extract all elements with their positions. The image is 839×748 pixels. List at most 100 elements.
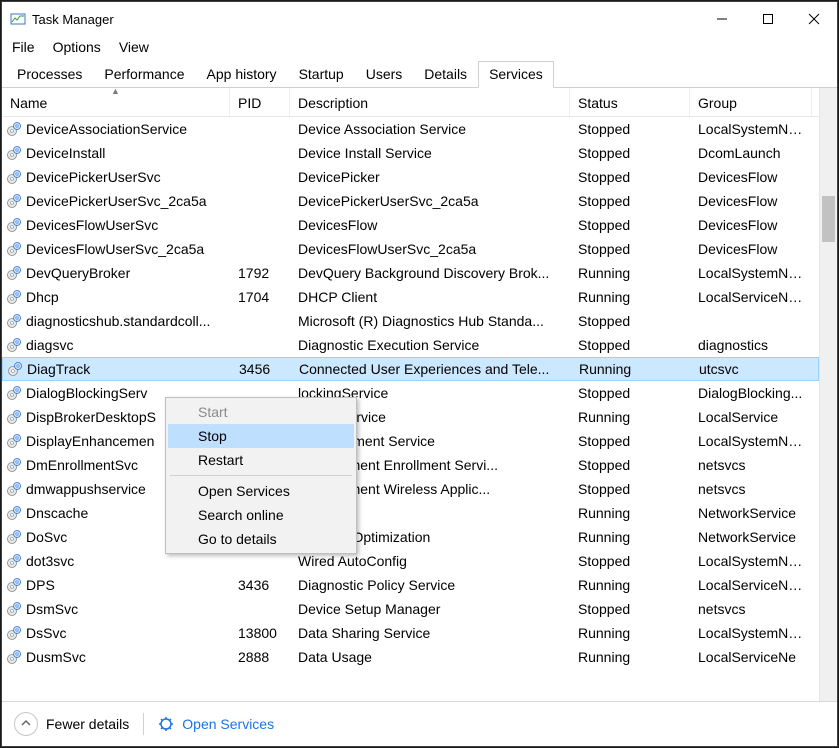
service-group: netsvcs [690, 481, 812, 497]
service-name: diagsvc [26, 337, 73, 353]
service-gear-icon [6, 625, 22, 641]
menu-item-restart[interactable]: Restart [168, 448, 354, 472]
menu-options[interactable]: Options [53, 39, 101, 55]
service-status: Stopped [570, 169, 690, 185]
tab-details[interactable]: Details [413, 61, 478, 88]
table-row[interactable]: Dhcp1704DHCP ClientRunningLocalServiceNe… [2, 285, 819, 309]
app-icon [10, 11, 26, 27]
col-description[interactable]: Description [290, 88, 570, 116]
table-row[interactable]: DevicesFlowUserSvcDevicesFlowStoppedDevi… [2, 213, 819, 237]
service-name: DoSvc [26, 529, 67, 545]
service-pid: 3456 [231, 361, 291, 377]
table-row[interactable]: DPS3436Diagnostic Policy ServiceRunningL… [2, 573, 819, 597]
tab-performance[interactable]: Performance [93, 61, 195, 88]
tab-app-history[interactable]: App history [196, 61, 288, 88]
service-group: DcomLaunch [690, 145, 812, 161]
tab-startup[interactable]: Startup [288, 61, 355, 88]
service-gear-icon [7, 361, 23, 377]
table-row[interactable]: DiagTrack3456Connected User Experiences … [2, 357, 819, 381]
service-name: DusmSvc [26, 649, 86, 665]
service-pid: 3436 [230, 577, 290, 593]
table-row[interactable]: DevQueryBroker1792DevQuery Background Di… [2, 261, 819, 285]
table-row[interactable]: DsSvc13800Data Sharing ServiceRunningLoc… [2, 621, 819, 645]
table-row[interactable]: DoSvc2980Delivery OptimizationRunningNet… [2, 525, 819, 549]
table-row[interactable]: dmwappushserviceManagement Wireless Appl… [2, 477, 819, 501]
service-name: dmwappushservice [26, 481, 146, 497]
scrollbar-thumb[interactable] [822, 196, 835, 242]
vertical-scrollbar[interactable] [819, 88, 837, 701]
service-status: Stopped [570, 553, 690, 569]
menu-file[interactable]: File [12, 39, 35, 55]
service-description: DevQuery Background Discovery Brok... [290, 265, 570, 281]
service-group: DialogBlocking... [690, 385, 812, 401]
table-row[interactable]: DialogBlockingServlockingServiceStoppedD… [2, 381, 819, 405]
service-group: netsvcs [690, 457, 812, 473]
service-gear-icon [6, 193, 22, 209]
col-pid[interactable]: PID [230, 88, 290, 116]
service-name: DeviceAssociationService [26, 121, 187, 137]
table-row[interactable]: diagsvc Diagnostic Execution ServiceStopp… [2, 333, 819, 357]
tab-bar: ProcessesPerformanceApp historyStartupUs… [2, 58, 837, 88]
menu-item-open-services[interactable]: Open Services [168, 479, 354, 503]
service-name: DevicePickerUserSvc [26, 169, 161, 185]
table-row[interactable]: DevicesFlowUserSvc_2ca5aDevicesFlowUserS… [2, 237, 819, 261]
service-gear-icon [6, 505, 22, 521]
service-name: DeviceInstall [26, 145, 105, 161]
service-gear-icon [6, 385, 22, 401]
minimize-button[interactable] [699, 5, 745, 33]
col-group[interactable]: Group [690, 88, 812, 116]
sort-asc-icon: ▲ [111, 88, 120, 96]
menu-item-go-to-details[interactable]: Go to details [168, 527, 354, 551]
service-status: Stopped [570, 337, 690, 353]
close-button[interactable] [791, 5, 837, 33]
window-buttons [699, 5, 837, 33]
service-gear-icon [6, 577, 22, 593]
table-row[interactable]: DeviceAssociationServiceDevice Associati… [2, 117, 819, 141]
table-row[interactable]: DevicePickerUserSvc_2ca5a DevicePickerUse… [2, 189, 819, 213]
service-status: Stopped [570, 313, 690, 329]
service-name: DevicesFlowUserSvc [26, 217, 158, 233]
service-description: Diagnostic Execution Service [290, 337, 570, 353]
service-gear-icon [6, 337, 22, 353]
menu-item-stop[interactable]: Stop [168, 424, 354, 448]
tab-users[interactable]: Users [355, 61, 414, 88]
table-row[interactable]: DisplayEnhancemenEnhancement ServiceStop… [2, 429, 819, 453]
service-status: Running [570, 529, 690, 545]
table-row[interactable]: DsmSvcDevice Setup ManagerStoppednetsvcs [2, 597, 819, 621]
service-pid: 1704 [230, 289, 290, 305]
table-row[interactable]: DnscacheentRunningNetworkService [2, 501, 819, 525]
service-status: Stopped [570, 601, 690, 617]
table-row[interactable]: diagnosticshub.standardcoll...Microsoft … [2, 309, 819, 333]
service-group: DevicesFlow [690, 217, 812, 233]
service-group: LocalSystemNe... [690, 625, 812, 641]
service-name: DevicePickerUserSvc_2ca5a [26, 193, 207, 209]
table-row[interactable]: DispBrokerDesktopSPolicy ServiceRunningL… [2, 405, 819, 429]
service-name: DevQueryBroker [26, 265, 130, 281]
service-status: Running [570, 505, 690, 521]
open-services-link[interactable]: Open Services [182, 716, 274, 732]
service-name: diagnosticshub.standardcoll... [26, 313, 210, 329]
menu-view[interactable]: View [119, 39, 149, 55]
table-row[interactable]: DevicePickerUserSvcDevicePickerStoppedDe… [2, 165, 819, 189]
service-description: DevicePickerUserSvc_2ca5a [290, 193, 570, 209]
fewer-details-label[interactable]: Fewer details [46, 716, 129, 732]
col-name[interactable]: ▲Name [2, 88, 230, 116]
service-gear-icon [6, 217, 22, 233]
menu-item-search-online[interactable]: Search online [168, 503, 354, 527]
maximize-button[interactable] [745, 5, 791, 33]
service-status: Stopped [570, 241, 690, 257]
content-area: ▲Name PID Description Status Group Devic… [2, 88, 837, 701]
tab-services[interactable]: Services [478, 61, 554, 88]
table-row[interactable]: DusmSvc2888Data UsageRunningLocalService… [2, 645, 819, 669]
tab-processes[interactable]: Processes [6, 61, 93, 88]
service-status: Stopped [570, 481, 690, 497]
service-group: netsvcs [690, 601, 812, 617]
col-status[interactable]: Status [570, 88, 690, 116]
service-gear-icon [6, 241, 22, 257]
table-row[interactable]: DmEnrollmentSvcManagement Enrollment Ser… [2, 453, 819, 477]
table-row[interactable]: DeviceInstallDevice Install ServiceStopp… [2, 141, 819, 165]
table-row[interactable]: dot3svcWired AutoConfigStoppedLocalSyste… [2, 549, 819, 573]
fewer-details-icon[interactable] [14, 712, 38, 736]
service-group: utcsvc [691, 361, 813, 377]
task-manager-window: Task Manager File Options View Processes… [1, 1, 838, 747]
